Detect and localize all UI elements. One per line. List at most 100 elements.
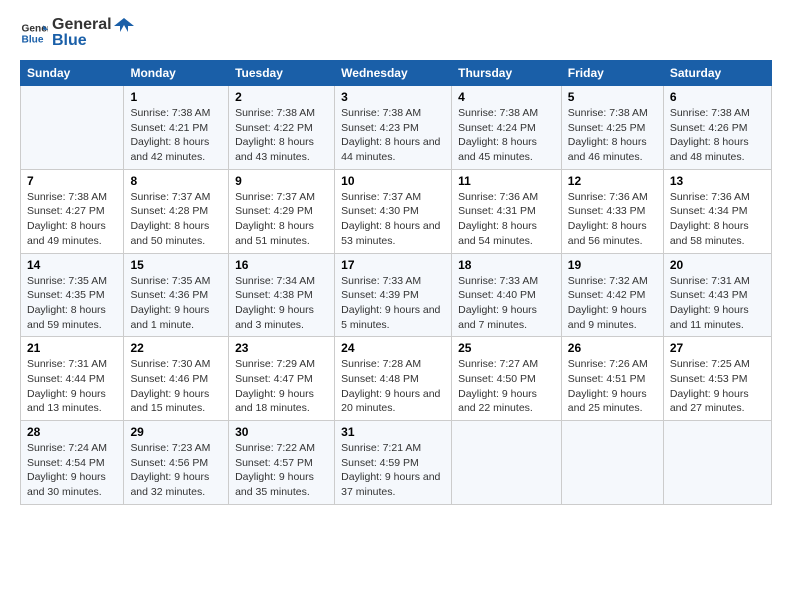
sunrise-text: Sunrise: 7:38 AM (341, 107, 421, 119)
calendar-cell: 23 Sunrise: 7:29 AM Sunset: 4:47 PM Dayl… (229, 337, 335, 421)
sunset-text: Sunset: 4:47 PM (235, 373, 313, 385)
day-number: 16 (235, 258, 328, 272)
calendar-cell: 25 Sunrise: 7:27 AM Sunset: 4:50 PM Dayl… (452, 337, 562, 421)
logo: General Blue General Blue (20, 16, 134, 50)
daylight-text: Daylight: 8 hours and 54 minutes. (458, 220, 537, 247)
logo-icon: General Blue (20, 19, 48, 47)
day-number: 11 (458, 174, 555, 188)
calendar-cell: 9 Sunrise: 7:37 AM Sunset: 4:29 PM Dayli… (229, 169, 335, 253)
day-number: 28 (27, 425, 117, 439)
calendar-cell (452, 421, 562, 505)
page: General Blue General Blue SundayMondayTu… (0, 0, 792, 612)
sunset-text: Sunset: 4:40 PM (458, 289, 536, 301)
sunrise-text: Sunrise: 7:36 AM (670, 191, 750, 203)
day-number: 2 (235, 90, 328, 104)
daylight-text: Daylight: 9 hours and 37 minutes. (341, 471, 440, 498)
day-info: Sunrise: 7:28 AM Sunset: 4:48 PM Dayligh… (341, 357, 445, 416)
daylight-text: Daylight: 8 hours and 45 minutes. (458, 136, 537, 163)
daylight-text: Daylight: 9 hours and 11 minutes. (670, 304, 749, 331)
calendar-week-row: 28 Sunrise: 7:24 AM Sunset: 4:54 PM Dayl… (21, 421, 772, 505)
daylight-text: Daylight: 9 hours and 35 minutes. (235, 471, 314, 498)
calendar-cell: 1 Sunrise: 7:38 AM Sunset: 4:21 PM Dayli… (124, 86, 229, 170)
daylight-text: Daylight: 9 hours and 5 minutes. (341, 304, 440, 331)
sunrise-text: Sunrise: 7:26 AM (568, 358, 648, 370)
calendar-header-row: SundayMondayTuesdayWednesdayThursdayFrid… (21, 61, 772, 86)
sunrise-text: Sunrise: 7:38 AM (130, 107, 210, 119)
day-info: Sunrise: 7:33 AM Sunset: 4:39 PM Dayligh… (341, 274, 445, 333)
calendar-cell: 27 Sunrise: 7:25 AM Sunset: 4:53 PM Dayl… (663, 337, 771, 421)
calendar-cell: 31 Sunrise: 7:21 AM Sunset: 4:59 PM Dayl… (335, 421, 452, 505)
day-number: 27 (670, 341, 765, 355)
calendar-cell: 24 Sunrise: 7:28 AM Sunset: 4:48 PM Dayl… (335, 337, 452, 421)
logo-bird-icon (114, 18, 134, 32)
header-day-thursday: Thursday (452, 61, 562, 86)
calendar-cell: 19 Sunrise: 7:32 AM Sunset: 4:42 PM Dayl… (561, 253, 663, 337)
daylight-text: Daylight: 8 hours and 49 minutes. (27, 220, 106, 247)
day-number: 18 (458, 258, 555, 272)
daylight-text: Daylight: 9 hours and 15 minutes. (130, 388, 209, 415)
daylight-text: Daylight: 8 hours and 43 minutes. (235, 136, 314, 163)
day-number: 13 (670, 174, 765, 188)
daylight-text: Daylight: 8 hours and 50 minutes. (130, 220, 209, 247)
day-number: 20 (670, 258, 765, 272)
sunset-text: Sunset: 4:39 PM (341, 289, 419, 301)
sunset-text: Sunset: 4:53 PM (670, 373, 748, 385)
sunset-text: Sunset: 4:34 PM (670, 205, 748, 217)
sunrise-text: Sunrise: 7:23 AM (130, 442, 210, 454)
day-number: 1 (130, 90, 222, 104)
daylight-text: Daylight: 9 hours and 27 minutes. (670, 388, 749, 415)
daylight-text: Daylight: 8 hours and 53 minutes. (341, 220, 440, 247)
sunset-text: Sunset: 4:50 PM (458, 373, 536, 385)
daylight-text: Daylight: 9 hours and 20 minutes. (341, 388, 440, 415)
calendar-cell: 4 Sunrise: 7:38 AM Sunset: 4:24 PM Dayli… (452, 86, 562, 170)
calendar-cell: 15 Sunrise: 7:35 AM Sunset: 4:36 PM Dayl… (124, 253, 229, 337)
sunset-text: Sunset: 4:33 PM (568, 205, 646, 217)
day-info: Sunrise: 7:36 AM Sunset: 4:34 PM Dayligh… (670, 190, 765, 249)
day-info: Sunrise: 7:30 AM Sunset: 4:46 PM Dayligh… (130, 357, 222, 416)
calendar-cell: 2 Sunrise: 7:38 AM Sunset: 4:22 PM Dayli… (229, 86, 335, 170)
sunrise-text: Sunrise: 7:25 AM (670, 358, 750, 370)
day-number: 17 (341, 258, 445, 272)
day-number: 9 (235, 174, 328, 188)
day-number: 4 (458, 90, 555, 104)
day-info: Sunrise: 7:21 AM Sunset: 4:59 PM Dayligh… (341, 441, 445, 500)
sunset-text: Sunset: 4:57 PM (235, 457, 313, 469)
sunrise-text: Sunrise: 7:37 AM (235, 191, 315, 203)
calendar-cell: 30 Sunrise: 7:22 AM Sunset: 4:57 PM Dayl… (229, 421, 335, 505)
day-info: Sunrise: 7:36 AM Sunset: 4:31 PM Dayligh… (458, 190, 555, 249)
daylight-text: Daylight: 9 hours and 30 minutes. (27, 471, 106, 498)
sunset-text: Sunset: 4:31 PM (458, 205, 536, 217)
header-day-friday: Friday (561, 61, 663, 86)
calendar-body: 1 Sunrise: 7:38 AM Sunset: 4:21 PM Dayli… (21, 86, 772, 505)
sunrise-text: Sunrise: 7:24 AM (27, 442, 107, 454)
calendar-week-row: 21 Sunrise: 7:31 AM Sunset: 4:44 PM Dayl… (21, 337, 772, 421)
day-info: Sunrise: 7:38 AM Sunset: 4:26 PM Dayligh… (670, 106, 765, 165)
day-number: 24 (341, 341, 445, 355)
daylight-text: Daylight: 8 hours and 44 minutes. (341, 136, 440, 163)
sunrise-text: Sunrise: 7:38 AM (27, 191, 107, 203)
day-info: Sunrise: 7:33 AM Sunset: 4:40 PM Dayligh… (458, 274, 555, 333)
sunset-text: Sunset: 4:21 PM (130, 122, 208, 134)
day-number: 12 (568, 174, 657, 188)
day-info: Sunrise: 7:37 AM Sunset: 4:28 PM Dayligh… (130, 190, 222, 249)
sunrise-text: Sunrise: 7:37 AM (130, 191, 210, 203)
calendar-cell: 14 Sunrise: 7:35 AM Sunset: 4:35 PM Dayl… (21, 253, 124, 337)
day-number: 23 (235, 341, 328, 355)
sunset-text: Sunset: 4:42 PM (568, 289, 646, 301)
day-info: Sunrise: 7:32 AM Sunset: 4:42 PM Dayligh… (568, 274, 657, 333)
sunset-text: Sunset: 4:30 PM (341, 205, 419, 217)
calendar-cell: 21 Sunrise: 7:31 AM Sunset: 4:44 PM Dayl… (21, 337, 124, 421)
sunset-text: Sunset: 4:22 PM (235, 122, 313, 134)
day-number: 21 (27, 341, 117, 355)
day-info: Sunrise: 7:38 AM Sunset: 4:24 PM Dayligh… (458, 106, 555, 165)
day-info: Sunrise: 7:38 AM Sunset: 4:27 PM Dayligh… (27, 190, 117, 249)
sunset-text: Sunset: 4:36 PM (130, 289, 208, 301)
day-info: Sunrise: 7:37 AM Sunset: 4:30 PM Dayligh… (341, 190, 445, 249)
day-number: 26 (568, 341, 657, 355)
calendar-cell: 11 Sunrise: 7:36 AM Sunset: 4:31 PM Dayl… (452, 169, 562, 253)
day-number: 8 (130, 174, 222, 188)
calendar-cell: 26 Sunrise: 7:26 AM Sunset: 4:51 PM Dayl… (561, 337, 663, 421)
sunset-text: Sunset: 4:56 PM (130, 457, 208, 469)
day-info: Sunrise: 7:24 AM Sunset: 4:54 PM Dayligh… (27, 441, 117, 500)
calendar-table: SundayMondayTuesdayWednesdayThursdayFrid… (20, 60, 772, 505)
